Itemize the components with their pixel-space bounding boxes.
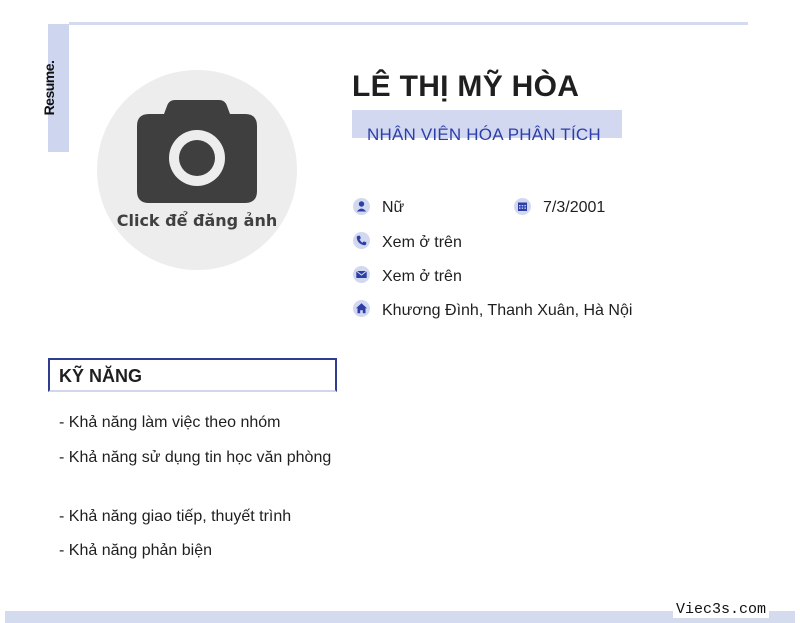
job-title: NHÂN VIÊN HÓA PHÂN TÍCH — [367, 125, 601, 144]
home-icon — [353, 300, 370, 317]
phone-icon — [353, 232, 370, 249]
candidate-name: LÊ THỊ MỸ HÒA — [352, 70, 580, 103]
camera-icon — [137, 100, 257, 203]
address-value: Khương Đình, Thanh Xuân, Hà Nội — [382, 302, 633, 319]
gender-value: Nữ — [382, 199, 405, 216]
person-icon — [353, 198, 370, 215]
skill-item: - Khả năng sử dụng tin học văn phòng — [59, 449, 332, 466]
watermark: Viec3s.com — [673, 601, 770, 618]
birthday-value: 7/3/2001 — [543, 199, 606, 216]
skill-item: - Khả năng làm việc theo nhóm — [59, 414, 281, 431]
profile-photo-upload[interactable]: Click để đăng ảnh — [97, 70, 297, 270]
skill-item: - Khả năng giao tiếp, thuyết trình — [59, 508, 292, 525]
phone-value: Xem ở trên — [382, 234, 462, 251]
top-divider-line — [69, 22, 748, 25]
photo-caption: Click để đăng ảnh — [116, 211, 278, 230]
email-value: Xem ở trên — [382, 268, 462, 285]
mail-icon — [353, 266, 370, 283]
calendar-icon — [514, 198, 531, 215]
resume-label-text: Resume. — [41, 60, 57, 116]
skills-title: KỸ NĂNG — [59, 366, 143, 386]
skill-item: - Khả năng phản biện — [59, 542, 213, 559]
